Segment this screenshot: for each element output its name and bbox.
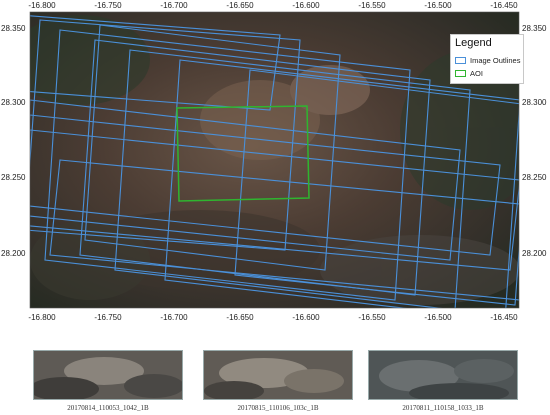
- thumbnail-image-2[interactable]: [203, 350, 353, 400]
- map-legend: Legend Image Outlines AOI: [450, 34, 524, 84]
- x-tick-label: -16.800: [28, 313, 56, 322]
- y-tick-label: 28.300: [522, 98, 547, 107]
- y-tick-label: 28.250: [522, 173, 547, 182]
- thumbnail-caption: 20170814_110053_1042_1B: [67, 404, 149, 412]
- x-tick-label: -16.650: [226, 1, 254, 10]
- x-tick-label: -16.750: [94, 1, 122, 10]
- y-tick-label: 28.350: [522, 24, 547, 33]
- x-tick-label: -16.550: [358, 1, 386, 10]
- thumbnail-2-graphic: [204, 351, 352, 399]
- legend-label: Image Outlines: [470, 55, 521, 65]
- x-tick-label: -16.450: [490, 313, 518, 322]
- x-tick-label: -16.550: [358, 313, 386, 322]
- y-tick-label: 28.200: [522, 249, 547, 258]
- y-tick-label: 28.200: [1, 249, 26, 258]
- y-axis-left: 28.350 28.300 28.250 28.200: [1, 24, 26, 258]
- x-tick-label: -16.750: [94, 313, 122, 322]
- x-tick-label: -16.450: [490, 1, 518, 10]
- legend-label: AOI: [470, 68, 483, 78]
- legend-title: Legend: [455, 37, 492, 49]
- thumbnail-caption: 20170811_110158_1033_1B: [402, 404, 484, 412]
- x-axis-bottom: -16.800 -16.750 -16.700 -16.650 -16.600 …: [28, 313, 518, 322]
- thumbnail-3-graphic: [369, 351, 517, 399]
- y-tick-label: 28.250: [1, 173, 26, 182]
- thumbnail-image-1[interactable]: [33, 350, 183, 400]
- outline-swatch-icon: [455, 56, 466, 64]
- thumbnail-caption: 20170815_110106_103c_1B: [237, 404, 319, 412]
- x-tick-label: -16.600: [292, 1, 320, 10]
- x-tick-label: -16.650: [226, 313, 254, 322]
- x-tick-label: -16.500: [424, 313, 452, 322]
- x-tick-label: -16.600: [292, 313, 320, 322]
- x-axis-top: -16.800 -16.750 -16.700 -16.650 -16.600 …: [28, 1, 518, 10]
- thumbnail-1-graphic: [34, 351, 182, 399]
- x-tick-label: -16.700: [160, 1, 188, 10]
- y-tick-label: 28.350: [1, 24, 26, 33]
- thumbnail-image-3[interactable]: [368, 350, 518, 400]
- x-tick-label: -16.700: [160, 313, 188, 322]
- legend-item-image-outlines: Image Outlines: [455, 55, 520, 65]
- legend-item-aoi: AOI: [455, 68, 483, 78]
- y-axis-right: 28.350 28.300 28.250 28.200: [522, 24, 547, 258]
- x-tick-label: -16.500: [424, 1, 452, 10]
- aoi-swatch-icon: [455, 69, 466, 77]
- x-tick-label: -16.800: [28, 1, 56, 10]
- y-tick-label: 28.300: [1, 98, 26, 107]
